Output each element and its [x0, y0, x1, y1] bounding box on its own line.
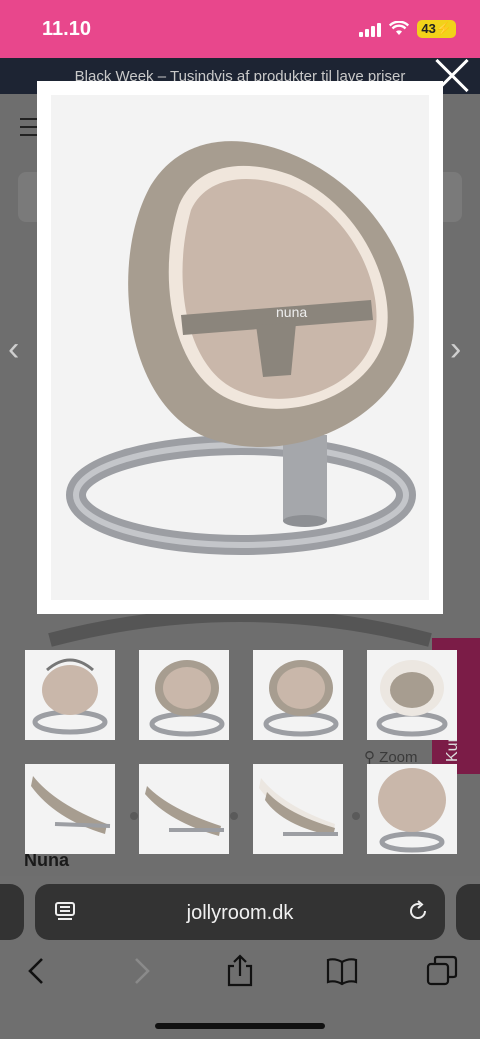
bookmarks-icon[interactable]	[325, 954, 359, 988]
share-icon[interactable]	[223, 954, 257, 988]
cellular-signal-icon	[359, 21, 382, 37]
thumbnail-3[interactable]	[253, 650, 343, 740]
thumbnail-5[interactable]	[25, 764, 115, 854]
next-tab-preview[interactable]	[456, 884, 480, 940]
thumbnail-4[interactable]	[367, 650, 457, 740]
thumbnail-2[interactable]	[139, 650, 229, 740]
forward-icon[interactable]	[124, 954, 158, 988]
home-indicator[interactable]	[155, 1023, 325, 1029]
next-image-icon[interactable]: ›	[450, 330, 461, 369]
thumbnail-7[interactable]	[253, 764, 343, 854]
battery-indicator: 43⚡	[417, 20, 456, 38]
status-icons: 43⚡	[359, 20, 456, 38]
address-bar[interactable]: jollyroom.dk	[35, 884, 445, 940]
charging-bolt-icon: ⚡	[435, 21, 452, 36]
thumbnail-6[interactable]	[139, 764, 229, 854]
baby-bouncer-illustration: nuna	[66, 141, 416, 555]
status-bar: 11.10 43⚡	[0, 0, 480, 58]
back-icon[interactable]	[20, 954, 54, 988]
reload-icon[interactable]	[407, 900, 429, 922]
screen: 11.10 43⚡ Black Week – Tusindvis af prod…	[0, 0, 480, 1039]
image-lightbox: nuna	[37, 81, 443, 614]
nuna-logo: nuna	[276, 304, 307, 320]
previous-tab-preview[interactable]	[0, 884, 24, 940]
status-time: 11.10	[42, 18, 91, 40]
tabs-icon[interactable]	[425, 954, 459, 988]
product-main-image[interactable]: nuna	[51, 95, 429, 600]
thumbnail-1[interactable]	[25, 650, 115, 740]
thumbnail-8[interactable]	[367, 764, 457, 854]
wifi-icon	[389, 21, 410, 35]
previous-image-icon[interactable]: ‹	[8, 330, 19, 369]
url-text: jollyroom.dk	[186, 902, 294, 924]
